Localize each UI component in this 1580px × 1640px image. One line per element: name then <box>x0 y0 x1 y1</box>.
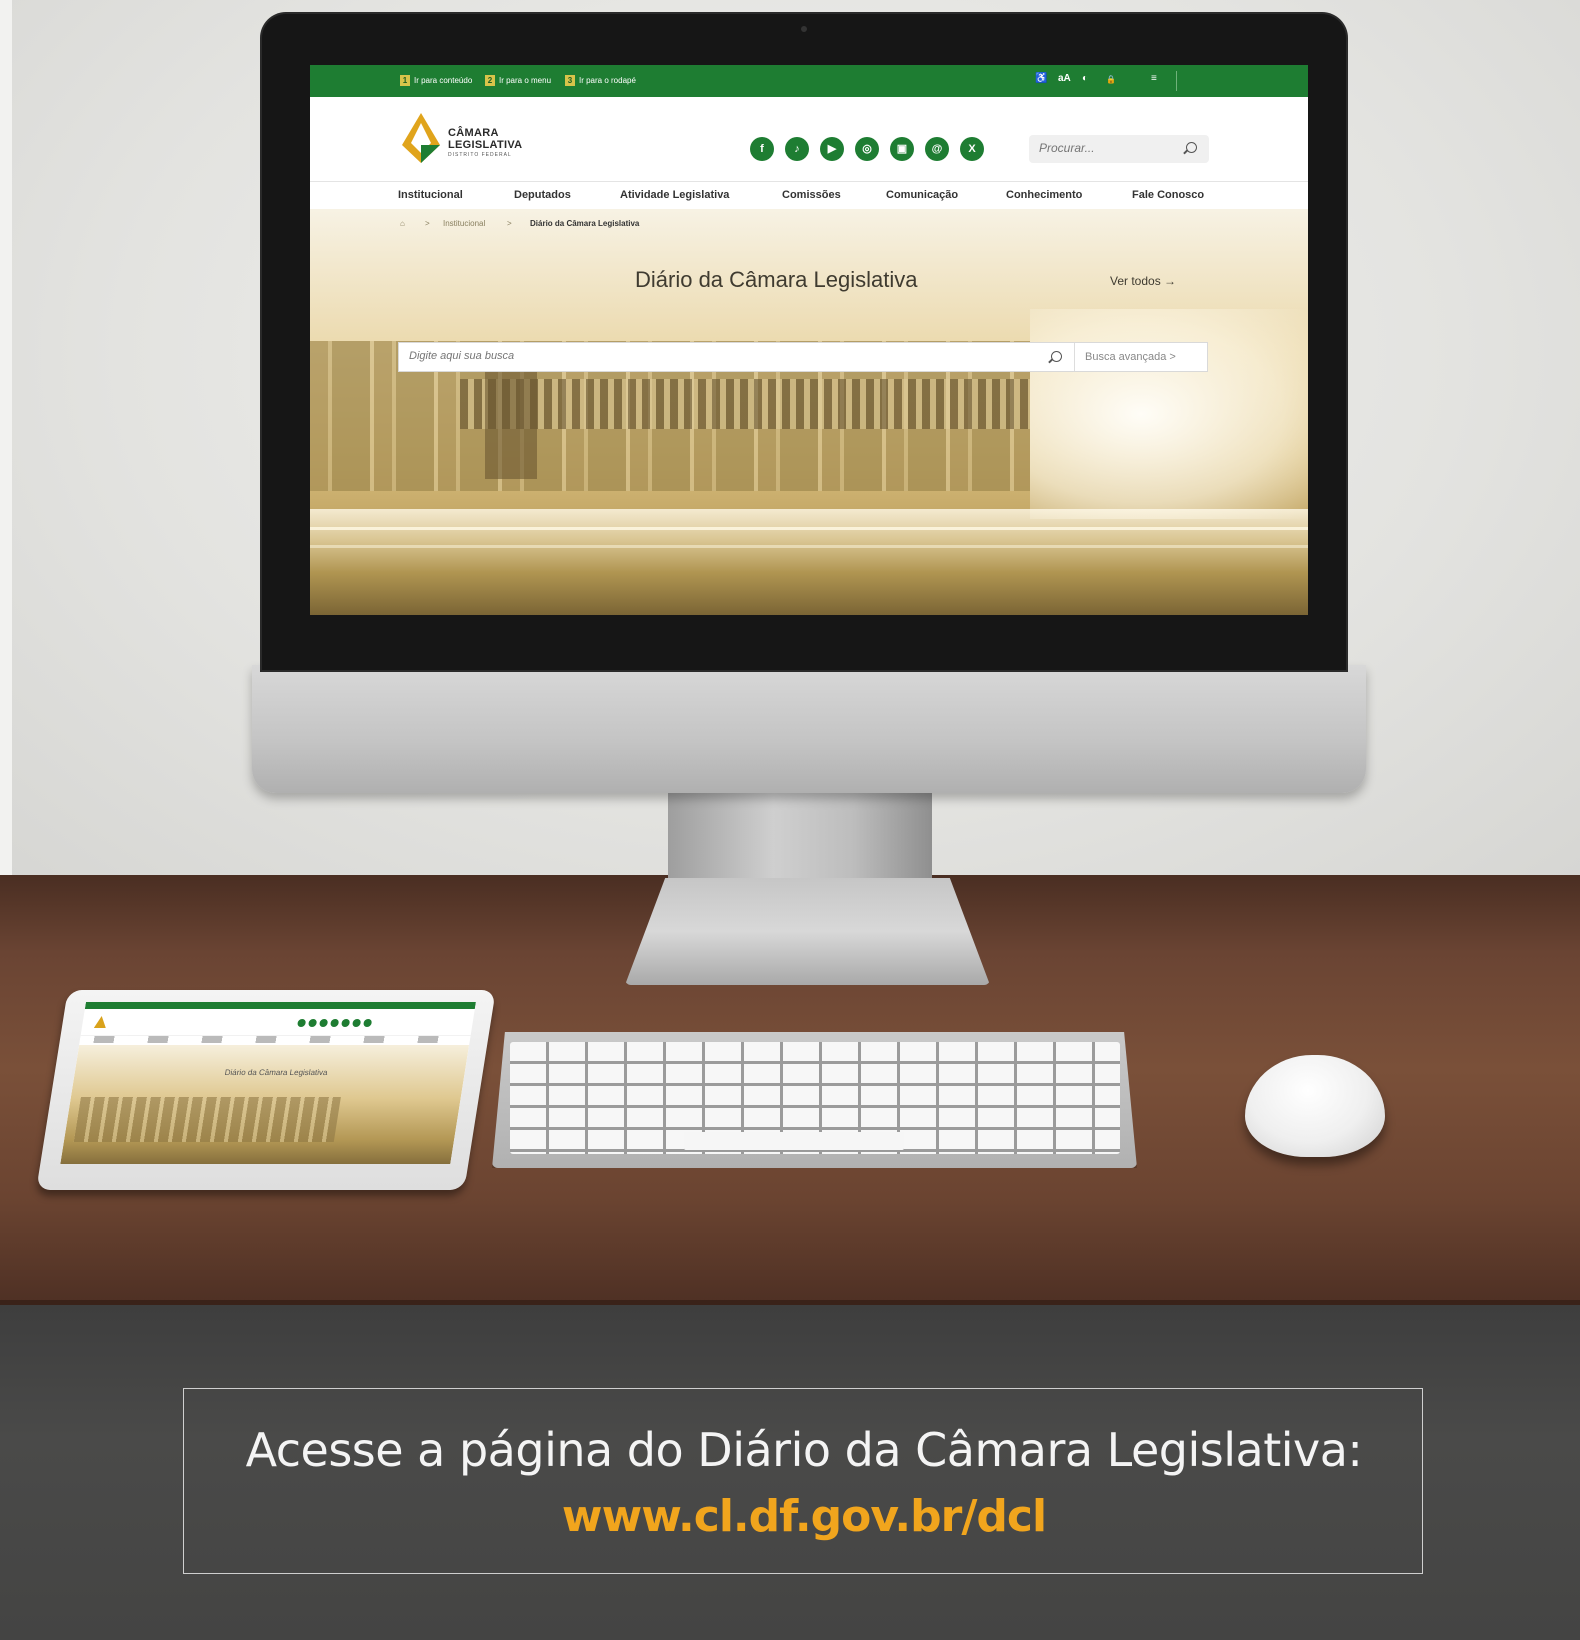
lock-icon[interactable]: 🔒 <box>1106 75 1116 84</box>
search-icon[interactable] <box>1051 351 1062 362</box>
divider <box>1074 343 1075 371</box>
header-search <box>1029 135 1209 163</box>
tablet-screen: Diário da Câmara Legislativa <box>60 1002 476 1164</box>
camara-logo-icon[interactable] <box>400 111 442 165</box>
logo-text-line2: LEGISLATIVA <box>448 139 523 151</box>
contrast-icon[interactable]: ◐ <box>1082 73 1088 84</box>
threads-icon[interactable]: @ <box>925 137 949 161</box>
youtube-icon[interactable]: ▶ <box>820 137 844 161</box>
nav-item-deputados[interactable]: Deputados <box>514 189 571 201</box>
tablet-building-photo <box>73 1097 341 1142</box>
imac-screen-website: 1 Ir para conteúdo 2 Ir para o menu 3 Ir… <box>310 65 1308 615</box>
logo-text-line3: DISTRITO FEDERAL <box>448 152 512 158</box>
skip-number: 1 <box>400 75 410 86</box>
x-icon[interactable]: X <box>960 137 984 161</box>
skip-label: Ir para conteúdo <box>414 76 473 85</box>
nav-item-comissoes[interactable]: Comissões <box>782 189 841 201</box>
tiktok-icon[interactable]: ♪ <box>785 137 809 161</box>
page-title: Diário da Câmara Legislativa <box>635 267 918 292</box>
skip-label: Ir para o rodapé <box>579 76 636 85</box>
building-column <box>485 369 537 479</box>
light-streak <box>310 545 1308 548</box>
skip-number: 3 <box>565 75 575 86</box>
divider <box>1176 71 1177 91</box>
caption-box: Acesse a página do Diário da Câmara Legi… <box>183 1388 1423 1574</box>
skip-link-footer[interactable]: 3 Ir para o rodapé <box>565 75 636 86</box>
see-all-link[interactable]: Ver todos → <box>1110 274 1176 288</box>
nav-item-institucional[interactable]: Institucional <box>398 189 463 201</box>
skip-label: Ir para o menu <box>499 76 552 85</box>
flickr-icon[interactable]: ▣ <box>890 137 914 161</box>
libras-icon[interactable]: ♿ <box>1035 73 1047 84</box>
keyboard <box>492 1032 1137 1168</box>
skip-number: 2 <box>485 75 495 86</box>
tablet-page-title: Diário da Câmara Legislativa <box>224 1068 329 1077</box>
diario-search: Busca avançada > <box>398 342 1208 372</box>
facebook-icon[interactable]: f <box>750 137 774 161</box>
imac-stand-neck <box>668 793 932 883</box>
menu-icon[interactable]: ≡ <box>1151 73 1157 84</box>
light-glow <box>1030 309 1308 519</box>
imac-stand-foot <box>625 878 990 985</box>
camera-icon <box>801 26 807 32</box>
spacebar <box>684 1132 904 1150</box>
tablet-social-icons <box>296 1019 373 1027</box>
nav-item-fale-conosco[interactable]: Fale Conosco <box>1132 189 1204 201</box>
tablet-topbar <box>84 1002 476 1009</box>
home-icon[interactable]: ⌂ <box>400 219 405 228</box>
hero-banner: ⌂ > Institucional > Diário da Câmara Leg… <box>310 209 1308 615</box>
skip-link-content[interactable]: 1 Ir para conteúdo <box>400 75 472 86</box>
camara-logo-icon <box>94 1016 108 1028</box>
instagram-icon[interactable]: ◎ <box>855 137 879 161</box>
imac-chin <box>252 665 1366 793</box>
breadcrumb-separator: > <box>425 219 430 228</box>
search-icon[interactable] <box>1186 142 1197 153</box>
diario-search-input[interactable] <box>409 350 1009 362</box>
logo-text-line1: CÂMARA <box>448 127 499 139</box>
main-nav: Institucional Deputados Atividade Legisl… <box>310 181 1308 209</box>
caption-text: Acesse a página do Diário da Câmara Legi… <box>245 1423 1363 1477</box>
nav-item-comunicacao[interactable]: Comunicação <box>886 189 958 201</box>
font-size-icon[interactable]: aA <box>1058 73 1071 84</box>
nav-item-atividade-legislativa[interactable]: Atividade Legislativa <box>620 189 729 201</box>
building-windows <box>460 379 1030 429</box>
nav-item-conhecimento[interactable]: Conhecimento <box>1006 189 1082 201</box>
header-search-input[interactable] <box>1039 141 1179 155</box>
tablet-nav <box>79 1035 471 1043</box>
accessibility-bar: 1 Ir para conteúdo 2 Ir para o menu 3 Ir… <box>310 65 1308 97</box>
site-header: CÂMARA LEGISLATIVA DISTRITO FEDERAL f ♪ … <box>310 97 1308 181</box>
breadcrumb-current: Diário da Câmara Legislativa <box>530 219 640 228</box>
tablet-device: Diário da Câmara Legislativa <box>36 990 496 1190</box>
road-photo <box>310 509 1308 615</box>
skip-link-menu[interactable]: 2 Ir para o menu <box>485 75 551 86</box>
breadcrumb-institucional[interactable]: Institucional <box>443 219 485 228</box>
caption-url[interactable]: www.cl.df.gov.br/dcl <box>184 1491 1424 1542</box>
breadcrumb-separator: > <box>507 219 512 228</box>
advanced-search-button[interactable]: Busca avançada > <box>1085 351 1176 363</box>
light-streak <box>310 527 1308 530</box>
